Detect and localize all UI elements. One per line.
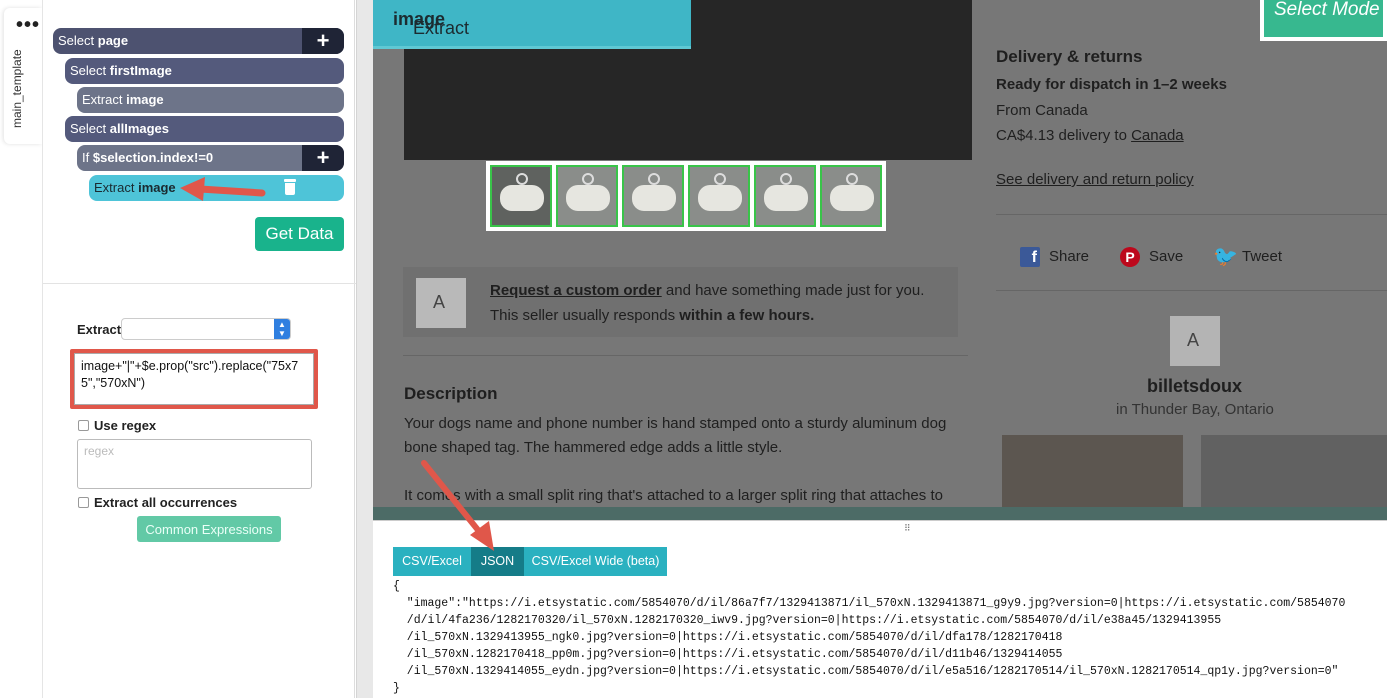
- add-command-button[interactable]: +: [302, 145, 344, 171]
- description-heading: Description: [404, 384, 498, 403]
- twitter-icon[interactable]: 🐦: [1213, 247, 1238, 267]
- pinterest-icon[interactable]: P: [1120, 247, 1140, 267]
- json-line: "image":"https://i.etsystatic.com/585407…: [393, 597, 1346, 610]
- json-line: /il_570xN.1329414055_eydn.jpg?version=0|…: [393, 665, 1339, 678]
- shop-item-image[interactable]: [1201, 435, 1387, 510]
- shop-name[interactable]: billetsdoux: [1147, 376, 1242, 397]
- json-line: /il_570xN.1329413955_ngk0.jpg?version=0|…: [393, 631, 1063, 644]
- regex-input[interactable]: regex: [77, 439, 312, 489]
- extract-type-select[interactable]: ▲ ▼: [121, 318, 291, 340]
- overlay-prefix: Extract: [413, 18, 470, 38]
- tab-json[interactable]: JSON: [471, 547, 524, 576]
- tree-node-extract-image-selected[interactable]: Extract image: [89, 175, 344, 201]
- dispatch-text: Ready for dispatch in 1–2 weeks: [996, 76, 1227, 93]
- data-preview-panel: ⠿ CSV/Excel JSON CSV/Excel Wide (beta) {…: [373, 520, 1387, 698]
- node-prefix: Extract: [82, 92, 123, 107]
- expression-textarea[interactable]: image+"|"+$e.prop("src").replace("75x75"…: [74, 353, 314, 405]
- app-root: ••• main_template Select page + Select f…: [0, 0, 1387, 698]
- tab-csv-excel[interactable]: CSV/Excel: [393, 547, 471, 576]
- divider: [996, 214, 1387, 215]
- description-line: bone shaped tag. The hammered edge adds …: [404, 439, 783, 456]
- facebook-icon[interactable]: f: [1020, 247, 1040, 267]
- extract-all-checkbox[interactable]: [78, 497, 89, 508]
- command-panel: Select page + Select firstImage Extract …: [42, 0, 356, 698]
- add-command-button[interactable]: +: [302, 28, 344, 54]
- node-prefix: Select: [70, 121, 107, 136]
- description-line: It comes with a small split ring that's …: [404, 487, 943, 504]
- json-line: /il_570xN.1282170418_pp0m.jpg?version=0|…: [393, 648, 1063, 661]
- node-prefix: Extract: [94, 180, 135, 195]
- ellipsis-icon[interactable]: •••: [16, 15, 40, 35]
- save-label[interactable]: Save: [1149, 248, 1183, 265]
- origin-text: From Canada: [996, 102, 1088, 119]
- select-mode-badge[interactable]: Select Mode: [1260, 0, 1387, 41]
- resize-handle[interactable]: ⠿: [904, 523, 911, 534]
- template-tab-label: main_template: [10, 49, 24, 128]
- thumbnail-strip: [486, 161, 886, 231]
- extract-label: Extract: [77, 322, 122, 337]
- json-line: }: [393, 682, 400, 695]
- tab-csv-excel-wide[interactable]: CSV/Excel Wide (beta): [524, 547, 667, 576]
- delivery-country-link[interactable]: Canada: [1131, 127, 1184, 144]
- node-prefix: Select: [70, 63, 107, 78]
- tree-node-select-page[interactable]: Select page +: [53, 28, 344, 54]
- tree-node-select-all-images[interactable]: Select allImages: [65, 116, 344, 142]
- get-data-button[interactable]: Get Data: [255, 217, 344, 251]
- use-regex-label: Use regex: [94, 418, 157, 433]
- response-time: within a few hours.: [679, 307, 815, 324]
- json-line: /d/il/4fa236/1282170320/il_570xN.1282170…: [393, 614, 1222, 627]
- delivery-cost: CA$4.13 delivery to: [996, 127, 1127, 144]
- node-prefix: Select: [58, 33, 95, 48]
- shop-avatar[interactable]: A: [1170, 316, 1220, 366]
- common-expressions-button[interactable]: Common Expressions: [137, 516, 281, 542]
- shop-item-image[interactable]: [1002, 435, 1183, 510]
- shop-location: in Thunder Bay, Ontario: [1116, 401, 1274, 418]
- avatar-letter: A: [1187, 330, 1200, 350]
- use-regex-checkbox[interactable]: [78, 420, 89, 431]
- extract-overlay-label: Extract image: [373, 0, 691, 49]
- tree-node-select-first-image[interactable]: Select firstImage: [65, 58, 344, 84]
- description-line: Your dogs name and phone number is hand …: [404, 415, 947, 432]
- custom-order-link[interactable]: Request a custom order: [490, 282, 662, 299]
- tree-node-if-condition[interactable]: If $selection.index!=0 +: [77, 145, 344, 171]
- thumbnail[interactable]: [688, 165, 750, 227]
- divider: [403, 355, 968, 356]
- select-mode-label: Select Mode: [1274, 0, 1380, 20]
- thumbnail[interactable]: [754, 165, 816, 227]
- node-prefix: If: [82, 150, 90, 165]
- custom-order-box: A Request a custom order and have someth…: [403, 267, 958, 337]
- tweet-label[interactable]: Tweet: [1242, 248, 1282, 265]
- thumbnail[interactable]: [622, 165, 684, 227]
- seller-avatar: A: [416, 278, 466, 328]
- template-tab[interactable]: ••• main_template: [4, 8, 42, 144]
- extract-all-label: Extract all occurrences: [94, 495, 238, 510]
- thumbnail[interactable]: [556, 165, 618, 227]
- panel-scrollbar[interactable]: [356, 0, 373, 698]
- panel-divider: [43, 283, 356, 284]
- node-name: image: [138, 180, 176, 195]
- webpage-preview: Extract image A Request a custom order a…: [373, 0, 1387, 520]
- node-name: firstImage: [109, 63, 172, 78]
- delivery-policy-link[interactable]: See delivery and return policy: [996, 171, 1194, 188]
- json-line: {: [393, 580, 400, 593]
- node-name: page: [97, 33, 129, 48]
- select-arrows-icon: ▲ ▼: [274, 319, 290, 339]
- trash-icon[interactable]: [284, 179, 296, 195]
- divider: [996, 290, 1387, 291]
- node-name: allImages: [109, 121, 170, 136]
- thumbnail[interactable]: [490, 165, 552, 227]
- node-name: $selection.index!=0: [92, 150, 214, 165]
- thumbnail[interactable]: [820, 165, 882, 227]
- page-bottom-strip: [373, 507, 1387, 520]
- json-output: { "image":"https://i.etsystatic.com/5854…: [393, 578, 1387, 697]
- expression-highlight: image+"|"+$e.prop("src").replace("75x75"…: [70, 349, 318, 409]
- delivery-heading: Delivery & returns: [996, 47, 1143, 66]
- share-label[interactable]: Share: [1049, 248, 1089, 265]
- node-name: image: [126, 92, 164, 107]
- tree-node-extract-image[interactable]: Extract image: [77, 87, 344, 113]
- response-text: This seller usually responds: [490, 307, 676, 324]
- custom-order-text: and have something made just for you.: [661, 282, 925, 299]
- avatar-letter: A: [433, 292, 446, 312]
